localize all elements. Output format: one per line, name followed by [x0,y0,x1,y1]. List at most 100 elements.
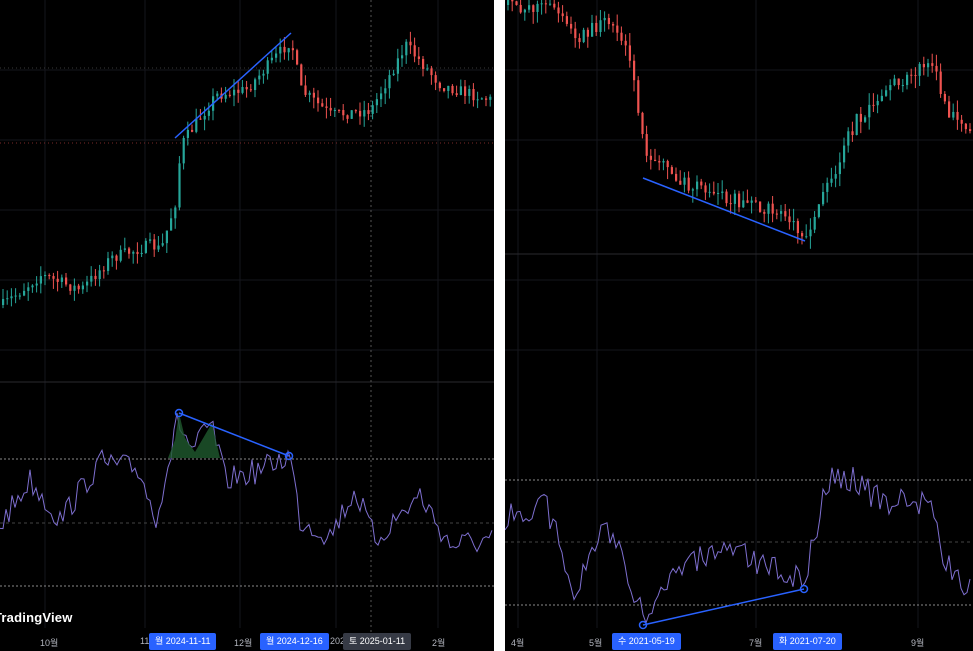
candle-body [119,249,122,261]
candle-body [48,274,51,277]
right-chart-canvas[interactable] [505,0,973,651]
candle-body [641,112,644,135]
right-chart-panel[interactable]: 4월 5월 7월 9월 수 2021-05-19 화 2021-07-20 [505,0,973,651]
candle-body [964,123,967,130]
candle-body [291,48,294,51]
candle-body [792,221,795,223]
candle-body [254,79,257,91]
candle-body [317,97,320,104]
candle-body [73,285,76,291]
candle-body [447,85,450,91]
candle-body [935,65,938,72]
candle-body [426,68,429,70]
candle-body [203,115,206,120]
candle-body [553,3,556,8]
candle-body [708,191,711,193]
candle-body [199,118,202,120]
candle-body [906,74,909,86]
candle-body [927,63,930,68]
candle-body [712,191,715,194]
candle-body [666,160,669,168]
candle-body [771,203,774,214]
candle-body [275,53,278,58]
candle-body [451,85,454,94]
candle-body [733,193,736,204]
candle-body [228,94,231,96]
candle-body [582,29,585,43]
left-chart-canvas[interactable] [0,0,494,651]
candle-body [822,191,825,205]
time-axis-label: 2월 [432,638,446,648]
candle-body [262,73,265,76]
candle-body [405,41,408,56]
candle-body [843,145,846,163]
candle-body [717,192,720,194]
candle-body [901,85,904,87]
candle-body [872,104,875,106]
candle-body [455,93,458,96]
candle-body [813,216,816,230]
candle-body [784,211,787,217]
candle-body [258,75,261,80]
candle-body [422,58,425,69]
candle-body [633,60,636,81]
candle-body [725,191,728,204]
candle-body [161,243,164,246]
candle-body [683,177,686,185]
candle-body [417,56,420,59]
candle-body [540,3,543,5]
candle-body [591,22,594,37]
time-axis-date-badge: 월 2024-11-11 [149,633,217,650]
candle-body [780,211,783,214]
candle-body [476,99,479,101]
time-axis-date-badge: 수 2021-05-19 [612,633,681,650]
candle-body [224,94,227,99]
candle-body [679,180,682,185]
candle-body [868,104,871,118]
candle-body [102,270,105,272]
candle-body [111,255,114,259]
candle-body [960,119,963,124]
candle-body [696,181,699,190]
time-axis-date-badge: 월 2024-12-16 [260,633,329,650]
candle-body [624,40,627,46]
candle-body [738,193,741,208]
candle-body [658,160,661,163]
candle-body [115,255,118,261]
rsi-line [0,413,493,553]
left-chart-panel[interactable]: TradingView 10월 11 12월 202 2월 월 2024-11-… [0,0,494,651]
candle-body [578,38,581,43]
candle-body [480,98,483,100]
candle-body [249,89,252,91]
candle-body [2,299,5,305]
candle-body [14,295,17,297]
candle-body [354,110,357,112]
candle-body [216,93,219,97]
candle-body [329,107,332,111]
candle-body [847,131,850,146]
candle-body [897,78,900,86]
candle-body [27,287,30,291]
candle-body [956,111,959,120]
candle-body [371,105,374,114]
candle-body [645,134,648,156]
candle-body [90,275,93,282]
candle-body [670,167,673,174]
candle-body [149,239,152,241]
candle-body [18,295,21,297]
candle-body [396,58,399,74]
candle-body [384,88,387,94]
candle-body [10,296,13,299]
candle-body [430,68,433,76]
candle-body [523,9,526,13]
candle-body [939,71,942,94]
candle-body [443,88,446,91]
candle-body [123,248,126,250]
candle-body [144,240,147,253]
candle-body [809,229,812,237]
candle-body [350,110,353,119]
candle-body [637,80,640,113]
candle-body [94,275,97,279]
candle-body [241,86,244,93]
candle-body [759,201,762,212]
